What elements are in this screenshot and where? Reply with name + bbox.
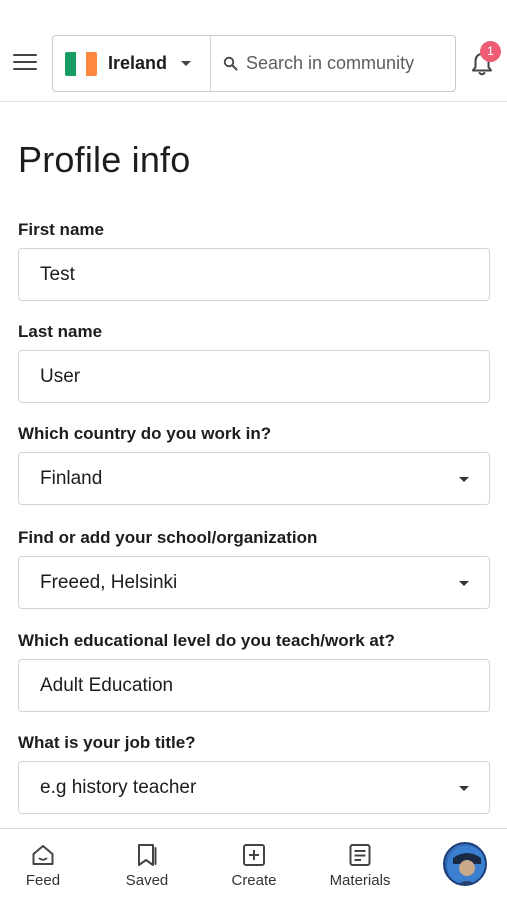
country-selector[interactable]: Ireland [53,36,211,91]
bookmark-icon [138,844,157,866]
country-select[interactable]: Finland [18,452,490,505]
country-label: Which country do you work in? [18,424,272,443]
country-selector-label: Ireland [108,53,168,73]
search-placeholder: Search in community [246,53,415,73]
first-name-label: First name [18,220,104,239]
chevron-down-icon [459,581,469,586]
plus-square-icon [243,844,265,866]
document-icon [349,844,371,866]
home-icon [32,845,54,865]
avatar-image [447,846,485,884]
first-name-field[interactable]: Test [18,248,490,301]
last-name-label: Last name [18,322,103,341]
nav-create[interactable]: Create [226,829,282,900]
avatar[interactable] [443,842,487,886]
school-label: Find or add your school/organization [18,528,318,547]
community-search-bar: Ireland Search in community [52,35,456,92]
job-title-select[interactable]: e.g history teacher [18,761,490,814]
chevron-down-icon [181,61,192,66]
chevron-down-icon [459,786,469,791]
nav-materials-label: Materials [329,872,391,889]
page-title: Profile info [18,139,191,180]
menu-icon[interactable] [13,54,37,72]
chevron-down-icon [459,477,469,482]
school-select[interactable]: Freeed, Helsinki [18,556,490,609]
nav-feed[interactable]: Feed [19,829,67,900]
last-name-value: User [40,365,81,387]
notification-badge: 1 [480,41,501,62]
educational-level-field[interactable]: Adult Education [18,659,490,712]
educational-level-label: Which educational level do you teach/wor… [18,631,395,650]
nav-materials[interactable]: Materials [322,829,398,900]
search-icon [223,56,238,71]
nav-feed-label: Feed [25,872,61,889]
ireland-flag-icon [65,51,97,76]
nav-saved[interactable]: Saved [121,829,173,900]
first-name-value: Test [40,263,75,285]
educational-level-value: Adult Education [40,674,174,696]
search-input[interactable]: Search in community [211,36,455,91]
job-title-placeholder: e.g history teacher [40,776,197,798]
job-title-label: What is your job title? [18,733,196,752]
country-value: Finland [40,467,103,489]
nav-saved-label: Saved [125,872,169,889]
top-bar: Ireland Search in community 1 [0,0,507,102]
nav-create-label: Create [231,872,277,889]
bottom-navigation: Feed Saved Create Materials [0,828,507,900]
last-name-field[interactable]: User [18,350,490,403]
school-value: Freeed, Helsinki [40,571,178,593]
